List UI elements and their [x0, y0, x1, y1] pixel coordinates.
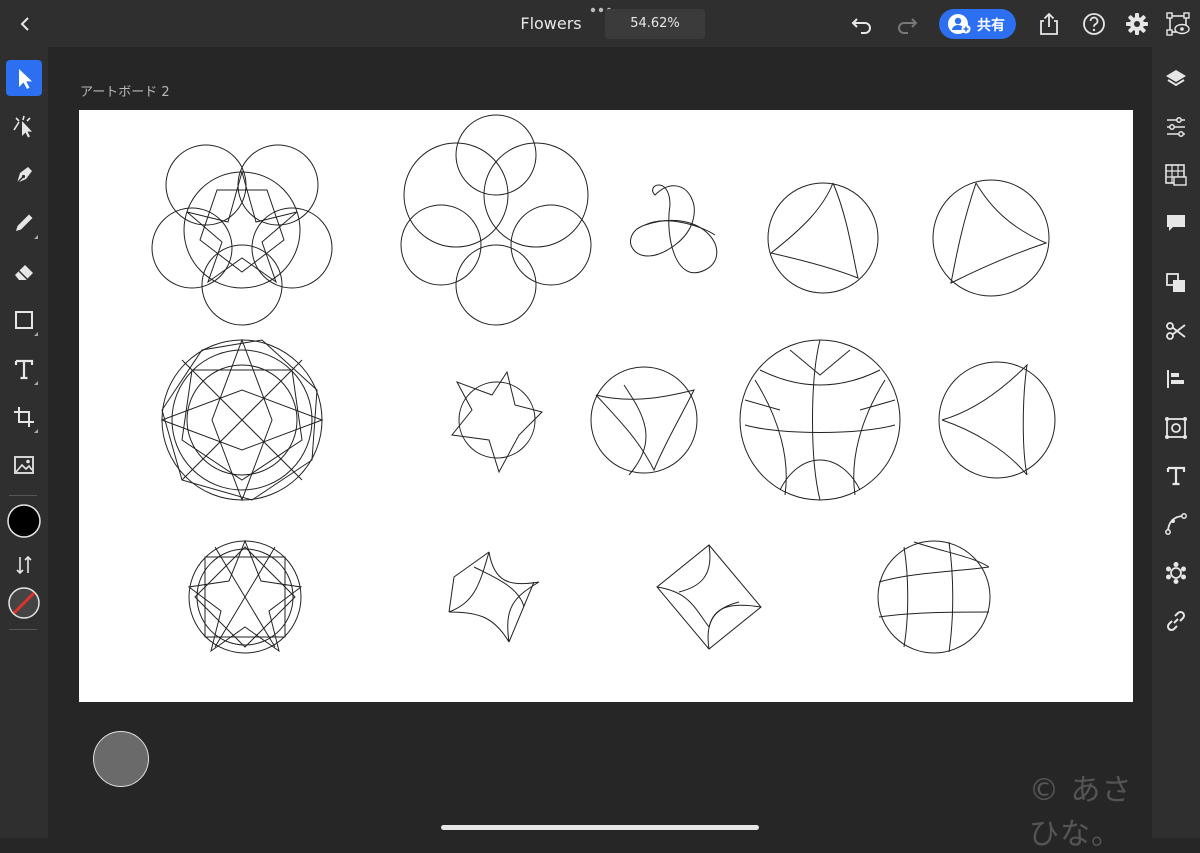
select-tool[interactable]: [6, 60, 42, 96]
flower-drawing: [630, 184, 718, 274]
properties-icon[interactable]: [1164, 115, 1188, 139]
shape-tool[interactable]: [6, 302, 42, 338]
repeat-grid-icon[interactable]: [1164, 416, 1188, 440]
flower-drawing: [767, 182, 879, 294]
flower-drawing: [451, 370, 543, 474]
document-title[interactable]: Flowers: [500, 14, 602, 33]
image-icon: [14, 456, 34, 474]
rectangle-icon: [15, 311, 38, 336]
copyright-text: © あさひな。: [1029, 773, 1133, 852]
flower-drawing: [448, 551, 540, 643]
settings-icon[interactable]: [1123, 10, 1151, 38]
eraser-icon: [15, 265, 33, 280]
redo-icon[interactable]: [893, 10, 921, 38]
left-toolbar: [0, 47, 48, 838]
type-tool[interactable]: [6, 351, 42, 387]
swap-colors-button[interactable]: [6, 547, 42, 583]
flower-drawing: [187, 539, 303, 654]
pencil-icon: [16, 214, 38, 239]
flower-drawings[interactable]: [79, 110, 1133, 702]
flower-drawing: [160, 338, 324, 502]
comments-icon[interactable]: [1164, 211, 1188, 235]
artboard-name[interactable]: アートボード 2: [80, 81, 170, 100]
share-button[interactable]: 共有: [939, 9, 1016, 39]
select-arrow-icon: [19, 69, 32, 89]
layers-icon[interactable]: [1164, 67, 1188, 91]
type-icon: [14, 359, 38, 385]
type-properties-icon[interactable]: [1164, 464, 1188, 488]
undo-icon[interactable]: [848, 10, 876, 38]
swatches-icon[interactable]: [1164, 163, 1188, 187]
pen-icon: [16, 167, 32, 184]
home-indicator[interactable]: [441, 825, 759, 830]
flower-drawing: [656, 544, 762, 650]
magic-select-icon: [13, 115, 32, 138]
touch-shortcut-button[interactable]: [93, 731, 149, 787]
eraser-tool[interactable]: [6, 254, 42, 290]
effects-icon[interactable]: [1164, 561, 1188, 585]
share-user-icon: [948, 14, 971, 34]
no-stroke-icon: [8, 587, 40, 619]
flower-drawing: [739, 339, 901, 501]
flower-drawing: [877, 540, 991, 654]
align-icon[interactable]: [1164, 367, 1188, 391]
back-icon[interactable]: [14, 10, 38, 38]
flower-drawing: [938, 361, 1056, 479]
pen-tool[interactable]: [6, 157, 42, 193]
image-tool[interactable]: [6, 447, 42, 483]
share-label: 共有: [977, 18, 1005, 34]
path-icon[interactable]: [1164, 512, 1188, 536]
zoom-level[interactable]: 54.62%: [605, 9, 705, 39]
arrange-icon[interactable]: [1164, 271, 1188, 295]
swap-arrows-icon: [16, 555, 32, 575]
preview-icon[interactable]: [1164, 10, 1192, 38]
top-bar: Flowers 54.62% 共有: [0, 0, 1200, 47]
pencil-tool[interactable]: [6, 205, 42, 241]
link-icon[interactable]: [1164, 609, 1188, 633]
direct-select-tool[interactable]: [6, 108, 42, 144]
export-icon[interactable]: [1035, 10, 1063, 38]
flower-drawing: [932, 179, 1050, 297]
fill-color-icon: [7, 504, 41, 538]
flower-drawing: [590, 366, 698, 476]
fill-color-swatch[interactable]: [6, 503, 42, 539]
help-icon[interactable]: [1080, 10, 1108, 38]
flower-drawing: [151, 144, 333, 326]
crop-icon: [14, 407, 38, 433]
cut-icon[interactable]: [1164, 319, 1188, 343]
transform-tool[interactable]: [6, 399, 42, 435]
artboard[interactable]: © あさひな。: [79, 110, 1133, 852]
toolbar-divider: [9, 495, 37, 496]
flower-drawing: [400, 114, 592, 326]
toolbar-divider: [9, 629, 37, 630]
stroke-color-swatch[interactable]: [6, 585, 42, 621]
